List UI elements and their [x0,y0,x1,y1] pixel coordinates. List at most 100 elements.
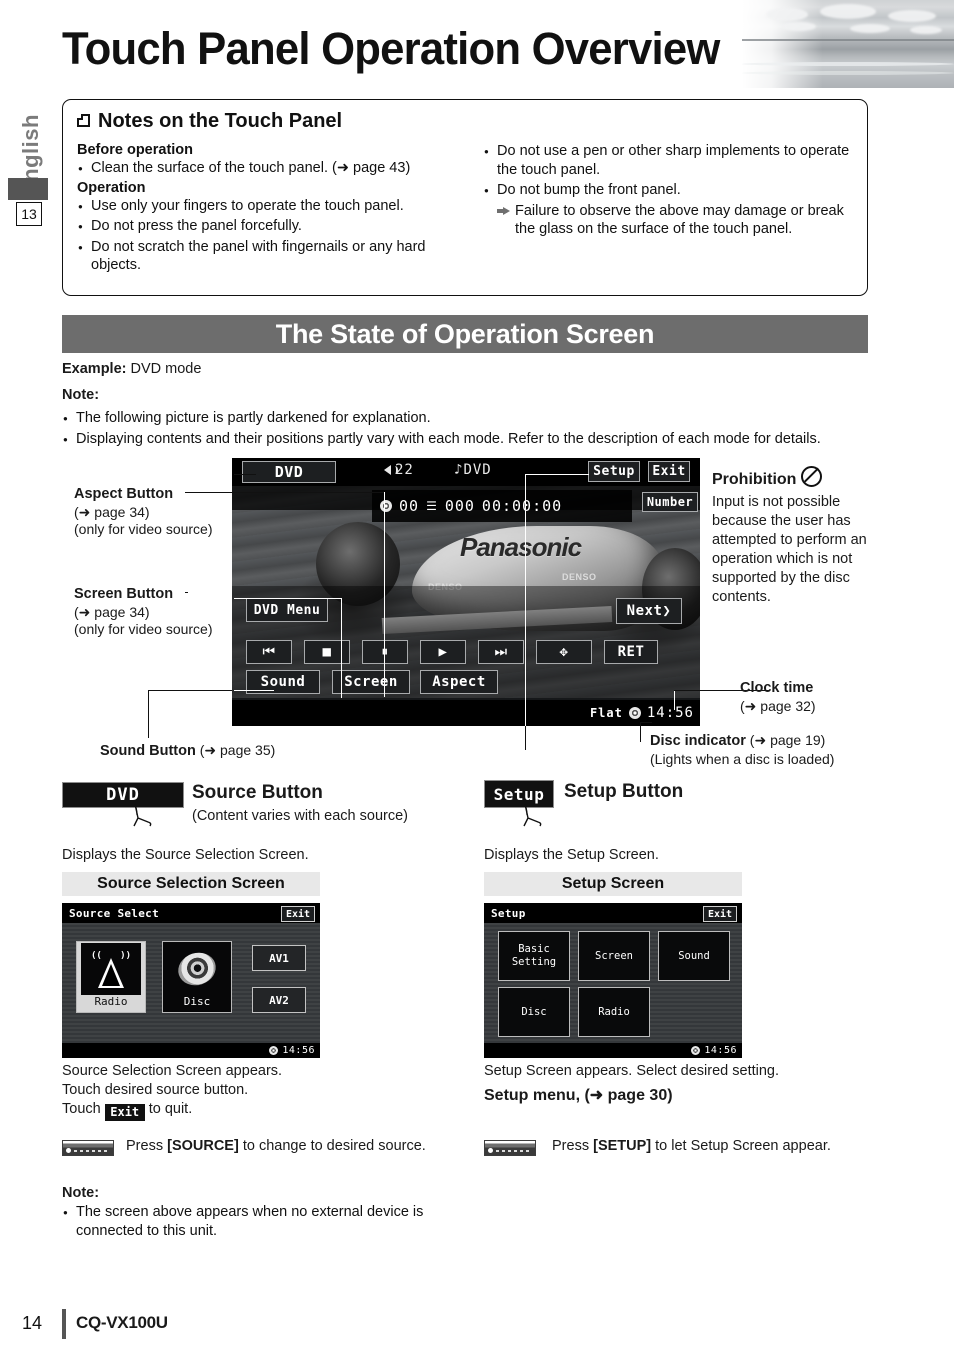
press-key: [SOURCE] [167,1138,239,1154]
list-item: Displaying contents and their positions … [62,430,872,449]
leader-line [148,690,150,738]
exit-button[interactable]: Exit [281,906,315,922]
callout-clock-time: Clock time (➜ page 32) [740,680,940,715]
setup-menu-reference: Setup menu, (➜ page 30) [484,1087,673,1104]
leader-line [384,492,386,697]
source-description: Displays the Source Selection Screen. [62,847,309,863]
source-tile-disc[interactable]: Disc [162,941,232,1013]
example-value: DVD mode [130,361,202,377]
after-line: Touch desired source button. [62,1082,249,1098]
elapsed-time-value: 00:00:00 [481,497,563,515]
after-line: Source Selection Screen appears. [62,1063,283,1079]
setup-screen: Setup Exit Basic Setting Screen Sound Di… [484,903,742,1058]
head-unit-icon [62,1140,114,1156]
dvd-top-bar: DVD 22 ♪DVD Setup Exit [232,458,700,486]
decorative-sponsor-text: DENSO [562,572,597,582]
play-button[interactable]: ▶ [420,640,466,664]
list-item: Do not use a pen or other sharp implemen… [483,142,855,179]
track-icon: ☰ [426,499,438,513]
stop-button[interactable]: ■ [304,640,350,664]
next-button[interactable]: Next❯ [616,598,682,624]
setup-description: Displays the Setup Screen. [484,847,659,863]
screen-title: Source Select [69,906,159,920]
exit-button[interactable]: Exit [648,461,690,482]
setup-button[interactable]: Setup [588,461,640,482]
pointing-hand-icon [523,803,542,827]
setup-tile-disc[interactable]: Disc [498,987,570,1037]
callout-title: Clock time [740,680,814,696]
inline-exit-button[interactable]: Exit [104,1104,145,1121]
callout-note: (Lights when a disc is loaded) [650,750,835,767]
source-indicator-value: DVD [463,462,492,478]
setup-tile-sound[interactable]: Sound [658,931,730,981]
leader-line [341,598,343,698]
callout-sound-button: Sound Button (➜ page 35) [100,742,380,761]
radio-tower-icon: (( )) [77,942,145,995]
source-tile-av1[interactable]: AV1 [252,945,306,971]
direction-pad-button[interactable]: ✥ [536,640,592,664]
screen-button[interactable]: Screen [332,670,410,694]
source-tile-av2[interactable]: AV2 [252,987,306,1013]
exit-button[interactable]: Exit [703,906,737,922]
setup-press-instruction: Press [SETUP] to let Setup Screen appear… [552,1138,831,1154]
return-button[interactable]: RET [604,640,658,664]
callout-aspect-button: Aspect Button (➜ page 34) (only for vide… [74,486,234,539]
bottom-note-heading: Note: [62,1185,100,1201]
list-item: The screen above appears when no externa… [62,1203,462,1240]
disc-icon [380,500,392,512]
callout-ref: (➜ page 19) [749,732,826,748]
footer-model-name: CQ-VX100U [76,1313,168,1332]
decorative-sponsor-text: Panasonic [460,532,582,562]
playback-info-bar: 00 ☰ 000 00:00:00 [372,490,632,522]
callout-note: (only for video source) [74,621,213,637]
list-item: Do not press the panel forcefully. [77,217,452,236]
source-button-icon[interactable]: DVD [62,782,184,808]
head-unit-icon [484,1140,536,1156]
source-tile-radio[interactable]: (( )) Radio [76,941,146,1013]
callout-disc-indicator: Disc indicator (➜ page 19) (Lights when … [650,732,950,768]
previous-track-button[interactable]: ⏮ [246,640,292,664]
leader-line [525,474,527,726]
touch-prefix: Touch [62,1101,101,1117]
list-item: The following picture is partly darkened… [62,409,872,428]
prohibition-icon [801,466,823,487]
source-button[interactable]: DVD [242,461,336,483]
setup-tile-screen[interactable]: Screen [578,931,650,981]
source-indicator: ♪DVD [454,462,492,478]
list-item: Failure to observe the above may damage … [497,202,855,239]
callout-title: Sound Button [100,743,196,759]
source-button-title: Source Button [192,782,323,803]
dvd-menu-button[interactable]: DVD Menu [246,598,328,622]
press-post: to let Setup Screen appear. [655,1138,831,1154]
clock-value: 14:56 [282,1045,315,1056]
aspect-button[interactable]: Aspect [420,670,498,694]
clock-value: 14:56 [646,705,694,721]
header-banner-photo [742,0,954,88]
operation-heading: Operation [77,179,146,196]
leader-line [234,474,256,476]
disc-indicator-icon [269,1046,279,1055]
list-item-text: Failure to observe the above may damage … [515,202,844,238]
chapter-number-chip: 13 [16,202,42,226]
number-button[interactable]: Number [642,492,698,512]
notes-panel: Notes on the Touch Panel Before operatio… [62,99,868,296]
page-title: Touch Panel Operation Overview [62,23,720,74]
screen-status-bar: 14:56 [484,1043,742,1058]
next-track-button[interactable]: ⏭ [478,640,524,664]
disc-icon [163,942,231,995]
setup-tile-radio[interactable]: Radio [578,987,650,1037]
leader-line [640,722,652,724]
setup-button-title: Setup Button [564,781,684,802]
mast-inner-shape [102,963,120,986]
callout-title: Screen Button [74,586,174,602]
callout-ref: (➜ page 35) [199,742,276,758]
setup-tile-basic-setting[interactable]: Basic Setting [498,931,570,981]
source-press-instruction: Press [SOURCE] to change to desired sour… [126,1138,426,1154]
list-item: Use only your fingers to operate the tou… [77,197,452,216]
callout-title-row: Prohibition [712,466,892,489]
clock-value: 14:56 [704,1045,737,1056]
before-operation-list: Clean the surface of the touch panel. (➜… [77,159,452,178]
bottom-note-list: The screen above appears when no externa… [62,1203,462,1242]
callout-screen-button: Screen Button (➜ page 34) (only for vide… [74,586,234,639]
callout-note: (only for video source) [74,521,213,537]
